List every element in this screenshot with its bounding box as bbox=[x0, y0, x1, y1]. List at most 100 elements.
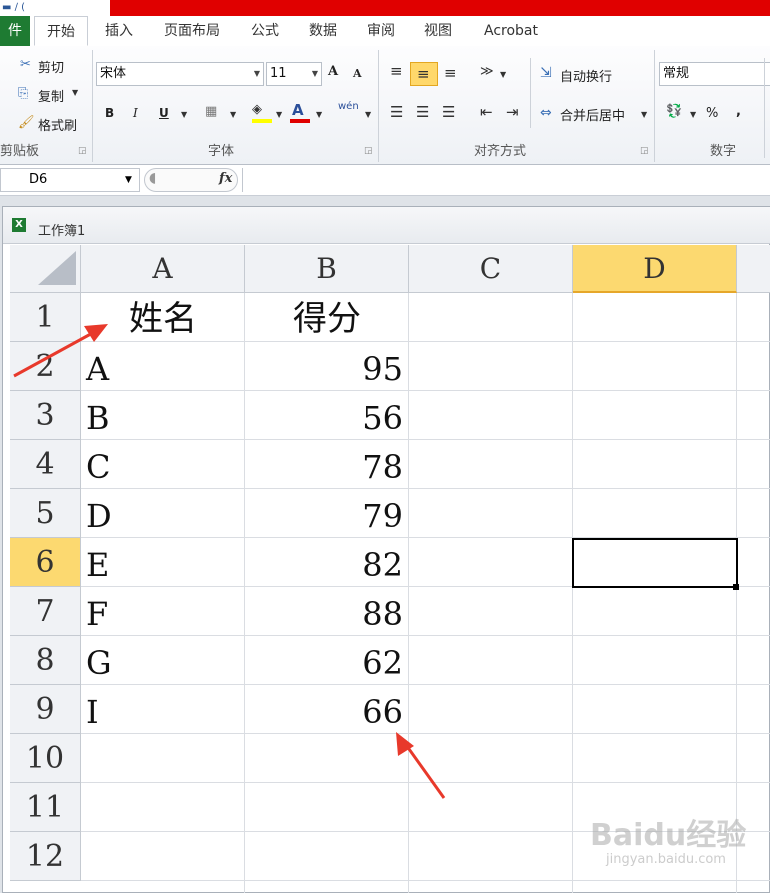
percent-button[interactable]: % bbox=[706, 106, 718, 121]
cell-a8[interactable]: G bbox=[86, 639, 236, 688]
insert-function-button[interactable]: fx bbox=[219, 171, 232, 186]
cell-a6[interactable]: E bbox=[86, 541, 236, 590]
align-center-icon[interactable]: ☰ bbox=[416, 103, 429, 121]
column-header-a[interactable]: A bbox=[81, 245, 245, 293]
row-header-8[interactable]: 8 bbox=[10, 636, 81, 685]
cell-b6[interactable]: 82 bbox=[245, 541, 403, 590]
row-header-7[interactable]: 7 bbox=[10, 587, 81, 636]
chevron-down-icon[interactable]: ▼ bbox=[125, 169, 132, 191]
cell-a5[interactable]: D bbox=[86, 492, 236, 541]
copy-button[interactable]: 复制 bbox=[38, 86, 64, 105]
fill-color-swatch bbox=[252, 119, 272, 123]
shrink-font-button[interactable]: A bbox=[353, 67, 362, 80]
row-header-10[interactable]: 10 bbox=[10, 734, 81, 783]
orientation-icon[interactable]: ≫ bbox=[480, 64, 494, 79]
number-format-value: 常规 bbox=[663, 66, 690, 81]
copy-icon: ⎘ bbox=[18, 86, 29, 101]
underline-button[interactable]: U bbox=[159, 106, 169, 120]
dialog-launcher-icon[interactable]: ◲ bbox=[364, 146, 373, 156]
decrease-indent-icon[interactable]: ⇤ bbox=[480, 103, 493, 121]
cell-a9[interactable]: I bbox=[86, 688, 236, 737]
tab-file[interactable]: 件 bbox=[0, 16, 30, 46]
align-right-icon[interactable]: ☰ bbox=[442, 103, 455, 121]
phonetic-button[interactable]: wén bbox=[338, 101, 359, 112]
column-header-d[interactable]: D bbox=[573, 245, 737, 293]
chevron-down-icon[interactable]: ▼ bbox=[500, 70, 506, 79]
wrap-text-button[interactable]: 自动换行 bbox=[560, 66, 612, 85]
cell-a3[interactable]: B bbox=[86, 394, 236, 443]
cell-b3[interactable]: 56 bbox=[245, 394, 403, 443]
align-middle-button[interactable]: ≡ bbox=[410, 62, 438, 86]
tab-data[interactable]: 数据 bbox=[300, 16, 346, 46]
chevron-down-icon[interactable]: ▼ bbox=[72, 88, 78, 97]
merge-center-button[interactable]: 合并后居中 bbox=[560, 105, 625, 124]
fill-handle[interactable] bbox=[733, 584, 739, 590]
font-size-select[interactable]: 11 ▼ bbox=[266, 62, 322, 86]
row-header-4[interactable]: 4 bbox=[10, 440, 81, 489]
chevron-down-icon[interactable]: ▼ bbox=[181, 110, 187, 119]
ribbon-separator bbox=[92, 50, 93, 162]
row-header-12[interactable]: 12 bbox=[10, 832, 81, 881]
increase-indent-icon[interactable]: ⇥ bbox=[506, 103, 519, 121]
font-group-label: 字体 bbox=[208, 144, 235, 159]
excel-icon: X bbox=[12, 218, 26, 232]
align-top-icon[interactable]: ≡ bbox=[390, 62, 403, 80]
fill-color-icon[interactable]: ◈ bbox=[252, 102, 262, 117]
tab-formulas[interactable]: 公式 bbox=[242, 16, 288, 46]
chevron-down-icon[interactable]: ▼ bbox=[690, 110, 696, 119]
tab-acrobat[interactable]: Acrobat bbox=[474, 16, 548, 46]
collapse-icon[interactable]: ◖ bbox=[149, 170, 156, 186]
row-header-9[interactable]: 9 bbox=[10, 685, 81, 734]
number-format-select[interactable]: 常规 bbox=[659, 62, 770, 86]
quick-access-icon[interactable]: ▬ ∕ ( bbox=[2, 2, 25, 13]
tab-review[interactable]: 审阅 bbox=[358, 16, 404, 46]
border-icon[interactable]: ▦ bbox=[205, 104, 217, 119]
grow-font-button[interactable]: A bbox=[328, 64, 338, 79]
dialog-launcher-icon[interactable]: ◲ bbox=[78, 146, 87, 156]
column-header-e[interactable] bbox=[737, 245, 770, 293]
chevron-down-icon[interactable]: ▼ bbox=[276, 110, 282, 119]
row-header-3[interactable]: 3 bbox=[10, 391, 81, 440]
comma-button[interactable]: , bbox=[736, 104, 741, 119]
font-color-button[interactable]: A bbox=[292, 101, 304, 119]
tab-view[interactable]: 视图 bbox=[415, 16, 461, 46]
format-painter-button[interactable]: 格式刷 bbox=[38, 115, 77, 134]
cell-b2[interactable]: 95 bbox=[245, 345, 403, 394]
number-group-label: 数字 bbox=[710, 144, 737, 159]
name-box[interactable]: D6 ▼ bbox=[0, 168, 140, 192]
corner-triangle-icon bbox=[38, 251, 76, 285]
align-bottom-icon[interactable]: ≡ bbox=[444, 64, 457, 82]
tab-insert[interactable]: 插入 bbox=[96, 16, 142, 46]
dialog-launcher-icon[interactable]: ◲ bbox=[640, 146, 649, 156]
italic-button[interactable]: I bbox=[133, 106, 138, 120]
row-header-6[interactable]: 6 bbox=[10, 538, 81, 587]
cell-b4[interactable]: 78 bbox=[245, 443, 403, 492]
align-left-icon[interactable]: ☰ bbox=[390, 103, 403, 121]
chevron-down-icon[interactable]: ▼ bbox=[641, 110, 647, 119]
row-header-5[interactable]: 5 bbox=[10, 489, 81, 538]
cell-b8[interactable]: 62 bbox=[245, 639, 403, 688]
bold-button[interactable]: B bbox=[105, 106, 114, 120]
active-cell-d6[interactable] bbox=[572, 538, 738, 588]
select-all-corner[interactable] bbox=[10, 245, 81, 293]
column-header-b[interactable]: B bbox=[245, 245, 409, 293]
tab-home[interactable]: 开始 bbox=[34, 16, 88, 46]
chevron-down-icon[interactable]: ▼ bbox=[365, 110, 371, 119]
cut-button[interactable]: 剪切 bbox=[38, 57, 64, 76]
chevron-down-icon[interactable]: ▼ bbox=[316, 110, 322, 119]
cell-b5[interactable]: 79 bbox=[245, 492, 403, 541]
font-name-select[interactable]: 宋体 ▼ bbox=[96, 62, 264, 86]
column-header-c[interactable]: C bbox=[409, 245, 573, 293]
chevron-down-icon[interactable]: ▼ bbox=[230, 110, 236, 119]
quick-access-toolbar: ▬ ∕ ( bbox=[0, 0, 110, 16]
cell-a4[interactable]: C bbox=[86, 443, 236, 492]
formula-input[interactable] bbox=[242, 168, 770, 192]
cell-b1[interactable]: 得分 bbox=[245, 295, 409, 344]
cell-b7[interactable]: 88 bbox=[245, 590, 403, 639]
row-header-11[interactable]: 11 bbox=[10, 783, 81, 832]
currency-icon[interactable]: 💱 bbox=[666, 104, 682, 119]
cell-b9[interactable]: 66 bbox=[245, 688, 403, 737]
cell-a7[interactable]: F bbox=[86, 590, 236, 639]
tab-page-layout[interactable]: 页面布局 bbox=[156, 16, 228, 46]
workbook-title: 工作簿1 bbox=[38, 224, 86, 239]
